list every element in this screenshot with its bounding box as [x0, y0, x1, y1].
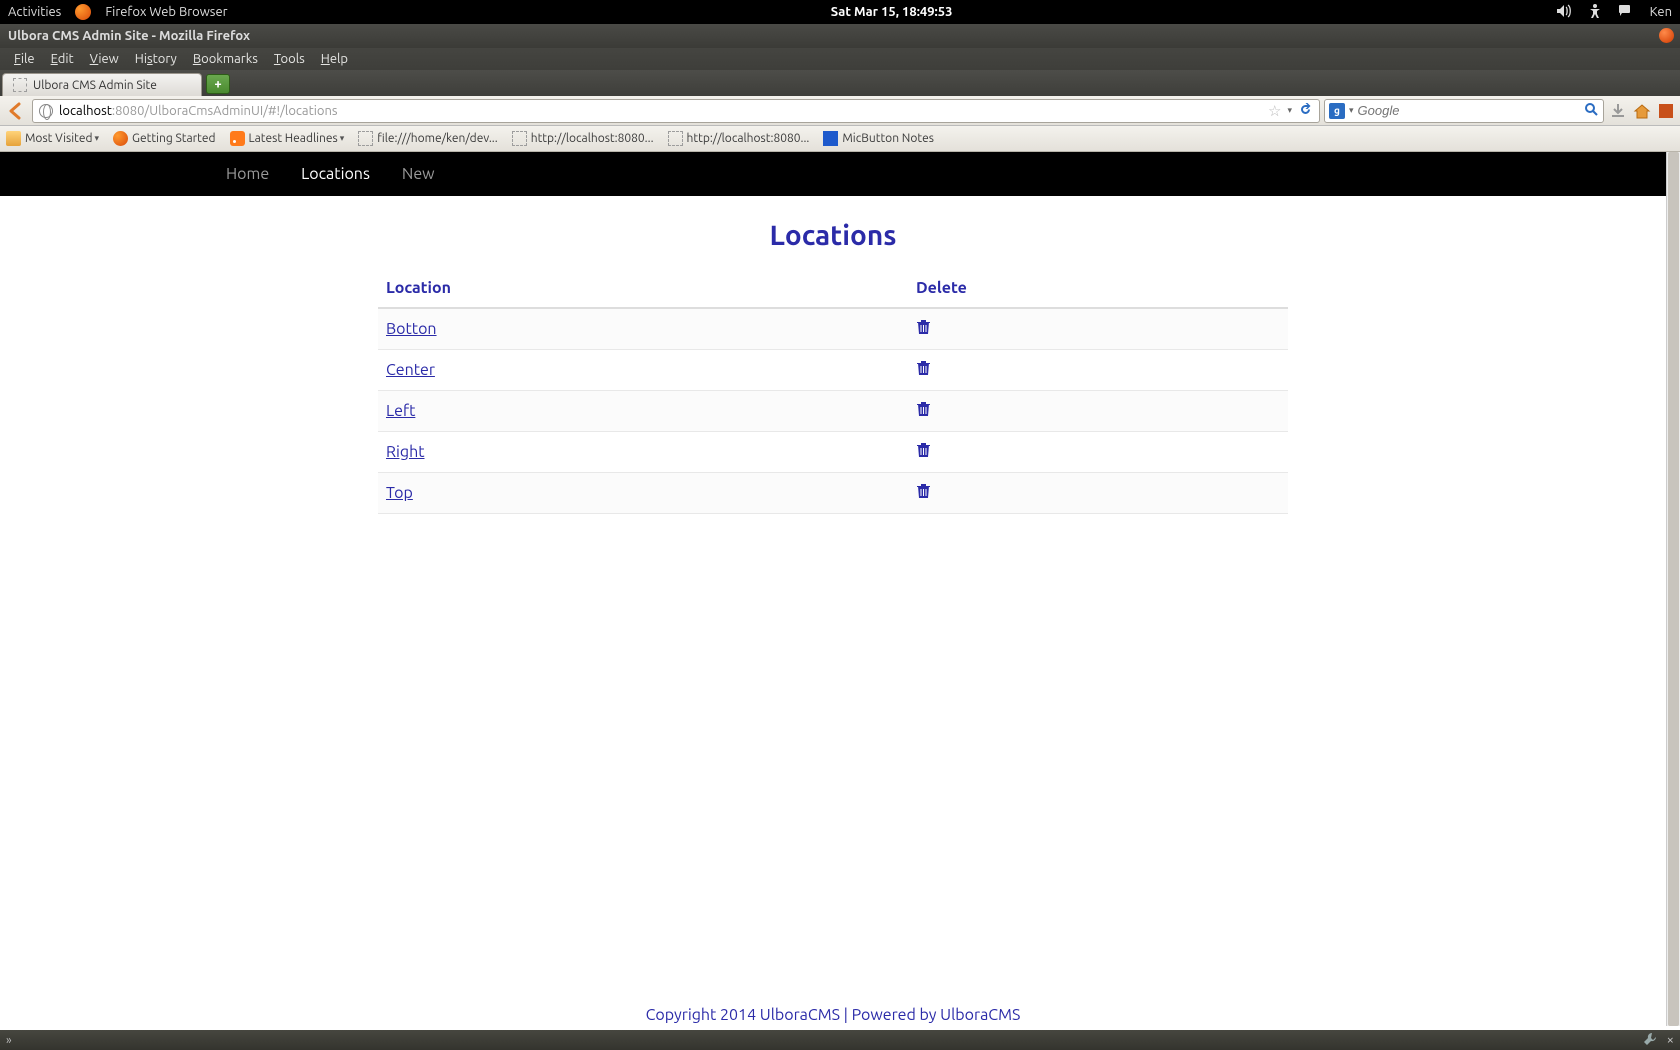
trash-icon[interactable]	[916, 444, 931, 462]
addon-bar-toggle[interactable]: »	[6, 1034, 12, 1047]
menu-file[interactable]: File	[6, 50, 43, 68]
trash-icon[interactable]	[916, 362, 931, 380]
chevron-down-icon: ▾	[340, 133, 345, 144]
gnome-top-bar: Activities Firefox Web Browser Sat Mar 1…	[0, 0, 1680, 24]
location-link[interactable]: Top	[386, 484, 413, 502]
close-addon-bar[interactable]: ×	[1667, 1033, 1674, 1047]
url-bar[interactable]: localhost:8080/UlboraCmsAdminUI/#!/locat…	[32, 99, 1320, 123]
activities-button[interactable]: Activities	[8, 5, 61, 19]
menu-bookmarks[interactable]: Bookmarks	[185, 50, 266, 68]
search-engine-dropdown[interactable]: ▾	[1349, 105, 1354, 116]
trash-icon[interactable]	[916, 485, 931, 503]
search-icon[interactable]	[1584, 102, 1599, 120]
page-footer: Copyright 2014 UlboraCMS | Powered by Ul…	[0, 1000, 1666, 1026]
bookmark-item[interactable]: http://localhost:8080...	[668, 131, 810, 146]
browser-tab[interactable]: Ulbora CMS Admin Site	[2, 73, 202, 96]
table-row: Center	[378, 350, 1288, 391]
nav-locations[interactable]: Locations	[285, 153, 386, 195]
page-icon	[358, 131, 373, 146]
rss-icon	[230, 131, 245, 146]
volume-icon[interactable]	[1556, 4, 1572, 21]
menu-edit[interactable]: Edit	[43, 50, 82, 68]
bookmark-item[interactable]: Most Visited▾	[6, 131, 99, 146]
column-location: Location	[378, 269, 908, 308]
bookmark-item[interactable]: MicButton Notes	[823, 131, 934, 146]
location-link[interactable]: Botton	[386, 320, 437, 338]
nav-toolbar: localhost:8080/UlboraCmsAdminUI/#!/locat…	[0, 96, 1680, 126]
scrollbar-thumb[interactable]	[1668, 152, 1679, 1026]
bookmark-label: Getting Started	[132, 132, 215, 145]
location-link[interactable]: Center	[386, 361, 435, 379]
nav-home[interactable]: Home	[210, 153, 285, 195]
window-titlebar: Ulbora CMS Admin Site - Mozilla Firefox	[0, 24, 1680, 48]
firefox-icon	[75, 4, 91, 20]
home-icon[interactable]	[1632, 101, 1652, 121]
url-text: localhost:8080/UlboraCmsAdminUI/#!/locat…	[59, 104, 338, 118]
table-row: Botton	[378, 308, 1288, 350]
chat-icon[interactable]	[1618, 4, 1634, 21]
firefox-menubar: File Edit View History Bookmarks Tools H…	[0, 48, 1680, 70]
mic-icon	[823, 131, 838, 146]
trash-icon[interactable]	[916, 321, 931, 339]
column-delete: Delete	[908, 269, 1288, 308]
bookmark-item[interactable]: http://localhost:8080...	[512, 131, 654, 146]
nav-new[interactable]: New	[386, 153, 451, 195]
table-row: Left	[378, 391, 1288, 432]
downloads-icon[interactable]	[1608, 101, 1628, 121]
bookmark-item[interactable]: file:///home/ken/dev...	[358, 131, 497, 146]
scrollbar-track[interactable]	[1666, 152, 1680, 1026]
window-title: Ulbora CMS Admin Site - Mozilla Firefox	[8, 29, 250, 43]
tab-title: Ulbora CMS Admin Site	[33, 79, 157, 92]
url-history-dropdown[interactable]: ▾	[1287, 105, 1292, 116]
clock[interactable]: Sat Mar 15, 18:49:53	[228, 5, 1556, 19]
chevron-down-icon: ▾	[95, 133, 100, 144]
bookmark-label: http://localhost:8080...	[531, 132, 654, 145]
bookmark-label: MicButton Notes	[842, 132, 934, 145]
bookmark-item[interactable]: Getting Started	[113, 131, 215, 146]
menu-tools[interactable]: Tools	[266, 50, 313, 68]
addon-icon[interactable]	[1656, 101, 1676, 121]
page-icon	[512, 131, 527, 146]
menu-history[interactable]: History	[127, 50, 185, 68]
bookmark-label: file:///home/ken/dev...	[377, 132, 497, 145]
bookmark-item[interactable]: Latest Headlines▾	[230, 131, 345, 146]
menu-view[interactable]: View	[82, 50, 127, 68]
locations-table: Location Delete Botton Center Left Right Top	[378, 269, 1288, 514]
bookmarks-toolbar: Most Visited▾Getting StartedLatest Headl…	[0, 126, 1680, 152]
new-tab-button[interactable]: +	[206, 74, 230, 94]
location-link[interactable]: Right	[386, 443, 425, 461]
trash-icon[interactable]	[916, 403, 931, 421]
page-viewport: HomeLocationsNew Locations Location Dele…	[0, 152, 1666, 1026]
table-row: Top	[378, 473, 1288, 514]
user-menu[interactable]: Ken	[1650, 5, 1672, 19]
globe-icon	[39, 104, 53, 118]
active-app-label[interactable]: Firefox Web Browser	[105, 5, 227, 19]
firefox-icon	[113, 131, 128, 146]
bookmark-star-icon[interactable]: ☆	[1268, 102, 1281, 120]
search-box[interactable]: g ▾	[1324, 99, 1604, 123]
site-nav: HomeLocationsNew	[0, 152, 1666, 196]
page-icon	[13, 78, 27, 92]
bookmark-label: Most Visited	[25, 132, 93, 145]
accessibility-icon[interactable]	[1588, 3, 1602, 22]
page-title: Locations	[0, 220, 1666, 251]
google-icon: g	[1329, 103, 1345, 119]
bookmark-label: Latest Headlines	[249, 132, 338, 145]
table-row: Right	[378, 432, 1288, 473]
location-link[interactable]: Left	[386, 402, 415, 420]
folder-icon	[6, 131, 21, 146]
tab-strip: Ulbora CMS Admin Site +	[0, 70, 1680, 96]
search-input[interactable]	[1358, 103, 1580, 118]
back-button[interactable]	[4, 99, 28, 123]
bookmark-label: http://localhost:8080...	[687, 132, 810, 145]
page-icon	[668, 131, 683, 146]
menu-help[interactable]: Help	[313, 50, 356, 68]
close-icon[interactable]	[1659, 28, 1674, 43]
addon-bar: » ×	[0, 1030, 1680, 1050]
reload-icon[interactable]	[1298, 102, 1313, 120]
wrench-icon[interactable]	[1643, 1032, 1657, 1049]
